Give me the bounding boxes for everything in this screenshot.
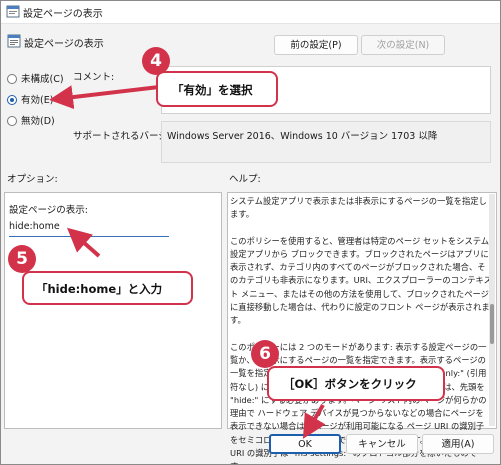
callout-select-enabled: 「有効」を選択 bbox=[156, 71, 278, 107]
callout-enter-hide-home: 「hide:home」と入力 bbox=[22, 271, 193, 305]
policy-dialog-window: 設定ページの表示 設定ページの表示 前の設定(P) 次の設定(N) 未構成(C)… bbox=[0, 0, 501, 465]
arrow-to-ok bbox=[302, 403, 326, 439]
arrow-to-input bbox=[67, 227, 101, 258]
callout-click-ok: ［OK］ボタンをクリック bbox=[267, 366, 445, 401]
callout-text: 「hide:home」と入力 bbox=[36, 282, 163, 296]
step-badge: 6 bbox=[251, 340, 279, 368]
callout-text: 「有効」を選択 bbox=[172, 83, 253, 97]
step-badge: 5 bbox=[8, 245, 36, 273]
callout-text: ［OK］ボタンをクリック bbox=[283, 377, 417, 391]
arrow-to-enabled bbox=[49, 85, 160, 110]
step-badge: 4 bbox=[142, 47, 170, 75]
